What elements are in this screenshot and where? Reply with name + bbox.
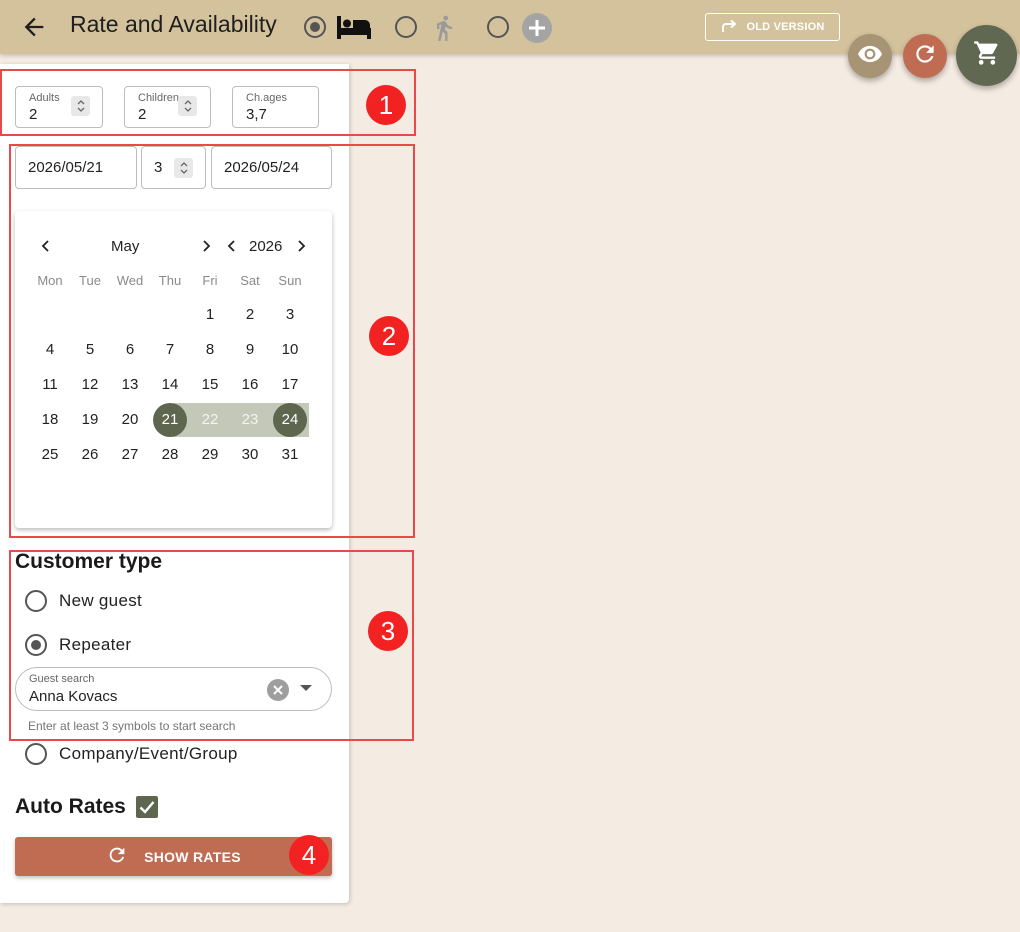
add-circle-icon xyxy=(521,12,553,49)
annotation-box-1 xyxy=(0,69,416,136)
old-version-button[interactable]: OLD VERSION xyxy=(705,13,840,41)
auto-rates-label: Auto Rates xyxy=(15,795,126,818)
mode-radio-accommodation[interactable] xyxy=(304,16,326,38)
refresh-icon xyxy=(106,844,128,869)
walking-person-icon xyxy=(430,12,458,49)
mode-radio-extras[interactable] xyxy=(487,16,509,38)
annotation-badge-2: 2 xyxy=(369,316,409,356)
annotation-box-2 xyxy=(9,144,415,538)
redo-arrow-icon xyxy=(721,19,737,36)
bed-icon xyxy=(336,14,372,45)
show-rates-label: SHOW RATES xyxy=(144,848,241,865)
refresh-icon xyxy=(912,41,938,72)
radio-circle[interactable] xyxy=(25,743,47,765)
page-title: Rate and Availability xyxy=(70,11,277,37)
radio-company-event-group[interactable]: Company/Event/Group xyxy=(25,743,238,765)
annotation-badge-1: 1 xyxy=(366,85,406,125)
old-version-label: OLD VERSION xyxy=(746,21,825,33)
preview-button[interactable] xyxy=(848,34,892,78)
cart-icon xyxy=(973,39,1001,72)
annotation-badge-3: 3 xyxy=(368,611,408,651)
auto-rates-checkbox[interactable] xyxy=(136,796,158,818)
check-icon xyxy=(139,801,155,814)
mode-radio-activities[interactable] xyxy=(395,16,417,38)
company-label: Company/Event/Group xyxy=(59,744,238,763)
eye-icon xyxy=(857,41,883,72)
annotation-badge-4: 4 xyxy=(289,835,329,875)
back-arrow-icon[interactable] xyxy=(20,13,48,41)
annotation-box-3 xyxy=(9,550,414,741)
refresh-button[interactable] xyxy=(903,34,947,78)
show-rates-button[interactable]: SHOW RATES xyxy=(15,837,332,876)
cart-button[interactable] xyxy=(956,25,1017,86)
